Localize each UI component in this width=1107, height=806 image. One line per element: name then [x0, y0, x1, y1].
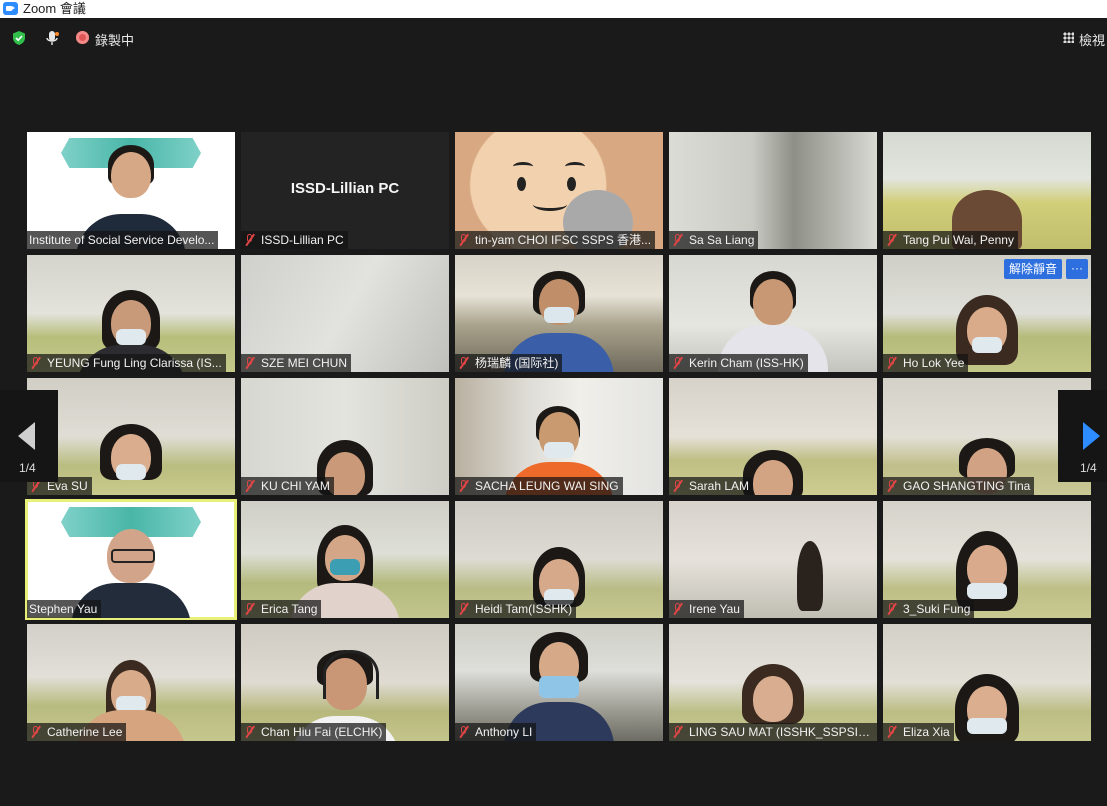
participant-name: SACHA LEUNG WAI SING	[455, 477, 623, 495]
muted-mic-icon	[885, 234, 899, 246]
video-tile[interactable]: Eva SU	[27, 378, 235, 495]
participant-name: 3_Suki Fung	[883, 600, 975, 618]
window-title: Zoom 會議	[23, 1, 86, 16]
muted-mic-icon	[885, 726, 899, 738]
participant-name: ISSD-Lillian PC	[241, 231, 348, 249]
page-indicator-right: 1/4	[1080, 461, 1097, 475]
participant-name: LING SAU MAT (ISSHK_SSPSIF...	[669, 723, 877, 741]
video-tile-active-speaker[interactable]: Stephen Yau	[25, 499, 237, 620]
participant-name: Anthony LI	[455, 723, 537, 741]
video-tile[interactable]: Irene Yau	[669, 501, 877, 618]
video-tile[interactable]: LING SAU MAT (ISSHK_SSPSIF...	[669, 624, 877, 741]
muted-mic-icon	[243, 480, 257, 492]
video-tile[interactable]: Chan Hiu Fai (ELCHK)	[241, 624, 449, 741]
video-tile[interactable]: Tang Pui Wai, Penny	[883, 132, 1091, 249]
muted-mic-icon	[671, 726, 685, 738]
participant-name: Kerin Cham (ISS-HK)	[669, 354, 808, 372]
video-tile[interactable]: SACHA LEUNG WAI SING	[455, 378, 663, 495]
participant-name: Catherine Lee	[27, 723, 127, 741]
chevron-right-icon[interactable]	[1083, 422, 1100, 450]
video-tile[interactable]: Anthony LI	[455, 624, 663, 741]
muted-mic-icon	[671, 234, 685, 246]
muted-mic-icon	[457, 480, 471, 492]
participant-name: Erica Tang	[241, 600, 322, 618]
muted-mic-icon	[457, 726, 471, 738]
participant-name: Institute of Social Service Develo...	[27, 231, 219, 249]
chevron-left-icon[interactable]	[18, 422, 35, 450]
muted-mic-icon	[671, 357, 685, 369]
participant-name: KU CHI YAM	[241, 477, 334, 495]
unmute-button[interactable]: 解除靜音	[1004, 259, 1062, 279]
muted-mic-icon	[671, 480, 685, 492]
video-tile[interactable]: Eliza Xia	[883, 624, 1091, 741]
participant-name: Sarah LAM	[669, 477, 754, 495]
video-tile[interactable]: YEUNG Fung Ling Clarissa (IS...	[27, 255, 235, 372]
microphone-icon[interactable]	[44, 30, 60, 47]
participant-name: YEUNG Fung Ling Clarissa (IS...	[27, 354, 226, 372]
more-options-button[interactable]: ···	[1066, 259, 1088, 279]
video-tile[interactable]: SZE MEI CHUN	[241, 255, 449, 372]
participant-name: tin-yam CHOI IFSC SSPS 香港...	[455, 231, 656, 249]
participant-name: SZE MEI CHUN	[241, 354, 352, 372]
participant-name: GAO SHANGTING Tina	[883, 477, 1035, 495]
video-tile[interactable]: KU CHI YAM	[241, 378, 449, 495]
recording-icon[interactable]	[76, 31, 89, 44]
video-tile[interactable]: Sarah LAM	[669, 378, 877, 495]
participant-name: Chan Hiu Fai (ELCHK)	[241, 723, 387, 741]
video-tile[interactable]: Catherine Lee	[27, 624, 235, 741]
participant-name: Heidi Tam(ISSHK)	[455, 600, 577, 618]
muted-mic-icon	[243, 357, 257, 369]
muted-mic-icon	[243, 603, 257, 615]
participant-name: Tang Pui Wai, Penny	[883, 231, 1018, 249]
title-bar: Zoom 會議	[0, 0, 1107, 18]
muted-mic-icon	[457, 234, 471, 246]
video-tile[interactable]: Institute of Social Service Develo...	[27, 132, 235, 249]
participant-display-name: ISSD-Lillian PC	[290, 180, 400, 197]
participant-name: Stephen Yau	[27, 600, 102, 618]
video-tile[interactable]: Erica Tang	[241, 501, 449, 618]
muted-mic-icon	[243, 234, 257, 246]
video-tile[interactable]: 杨瑞麟 (国际社)	[455, 255, 663, 372]
participant-name: Sa Sa Liang	[669, 231, 759, 249]
page-indicator-left: 1/4	[19, 461, 36, 475]
shield-icon[interactable]	[11, 30, 27, 46]
video-tile[interactable]: 3_Suki Fung	[883, 501, 1091, 618]
muted-mic-icon	[885, 603, 899, 615]
muted-mic-icon	[243, 726, 257, 738]
video-tile[interactable]: Sa Sa Liang	[669, 132, 877, 249]
participant-name: Irene Yau	[669, 600, 744, 618]
muted-mic-icon	[29, 357, 43, 369]
participant-name: 杨瑞麟 (国际社)	[455, 354, 563, 372]
muted-mic-icon	[671, 603, 685, 615]
video-tile[interactable]: tin-yam CHOI IFSC SSPS 香港...	[455, 132, 663, 249]
view-button[interactable]: 檢視	[1079, 30, 1105, 49]
muted-mic-icon	[885, 480, 899, 492]
muted-mic-icon	[457, 357, 471, 369]
participant-name: Eliza Xia	[883, 723, 954, 741]
grid-view-icon[interactable]	[1063, 32, 1074, 43]
video-tile[interactable]: Kerin Cham (ISS-HK)	[669, 255, 877, 372]
participant-name: Ho Lok Yee	[883, 354, 969, 372]
recording-label[interactable]: 錄製中	[95, 30, 134, 49]
zoom-logo-icon	[3, 2, 18, 15]
video-tile[interactable]: ISSD-Lillian PC ISSD-Lillian PC	[241, 132, 449, 249]
muted-mic-icon	[885, 357, 899, 369]
muted-mic-icon	[29, 726, 43, 738]
muted-mic-icon	[457, 603, 471, 615]
video-tile[interactable]: Heidi Tam(ISSHK)	[455, 501, 663, 618]
